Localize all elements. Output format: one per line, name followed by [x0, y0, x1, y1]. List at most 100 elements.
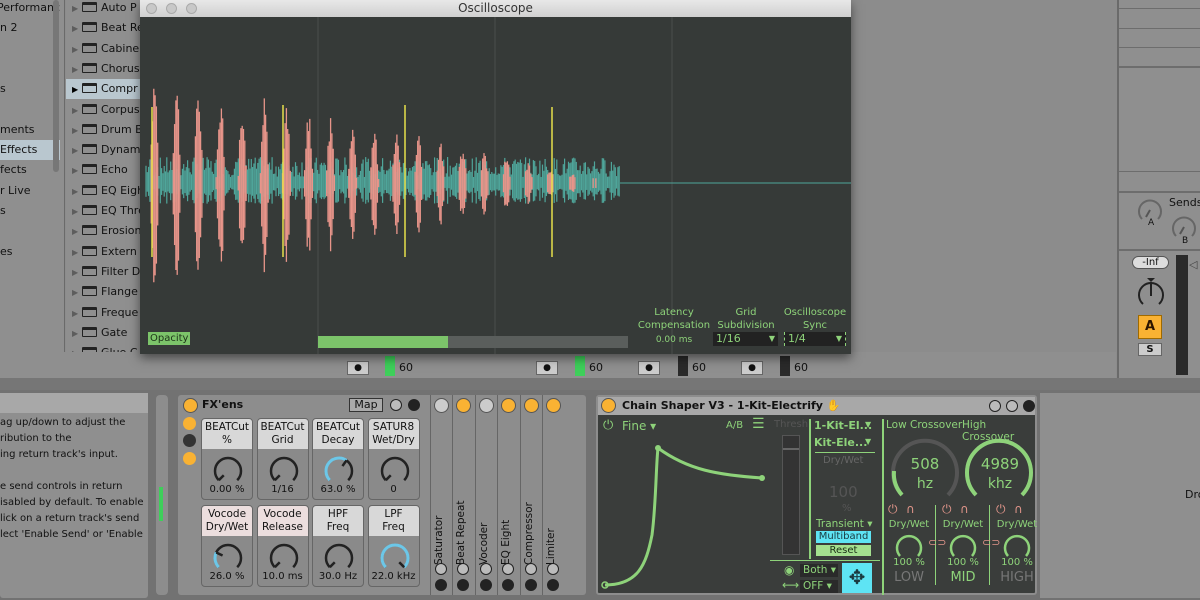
device-on-toggle[interactable] [434, 398, 449, 413]
hot-swap-icon[interactable] [435, 563, 447, 575]
macro-knob[interactable]: LPF Freq 22.0 kHz [367, 505, 420, 587]
low-crossover-value[interactable]: 508 [908, 455, 942, 473]
drywet-value[interactable]: 100 [829, 483, 858, 501]
browser-item[interactable]: ▶ Extern [66, 242, 142, 262]
hot-swap-icon[interactable] [1006, 400, 1018, 412]
arm-button[interactable]: ● [741, 361, 763, 375]
browser-category[interactable] [0, 221, 60, 241]
expand-arrow-icon[interactable]: ▶ [72, 202, 82, 222]
chain-device[interactable]: Compressor [519, 395, 541, 595]
expand-arrow-icon[interactable]: ▶ [72, 40, 82, 60]
browser-item[interactable]: ▶ Erosion [66, 221, 142, 241]
browser-category[interactable]: Effects [0, 140, 60, 161]
save-icon[interactable] [479, 579, 492, 591]
hot-swap-icon[interactable] [390, 399, 402, 411]
hot-swap-icon[interactable] [524, 563, 537, 575]
browser-item[interactable]: ▶ Echo [66, 160, 142, 180]
sync-dropdown[interactable]: 1/4 ▼ [784, 332, 846, 346]
macro-knob[interactable]: HPF Freq 30.0 Hz [312, 505, 364, 587]
show-devices-icon[interactable] [183, 452, 196, 465]
expand-arrow-icon[interactable]: ▶ [72, 141, 82, 161]
browser-category[interactable]: s [0, 79, 60, 99]
device-on-toggle[interactable] [456, 398, 472, 413]
hot-swap-icon[interactable] [457, 563, 470, 575]
expand-icon[interactable] [989, 400, 1001, 412]
browser-item[interactable]: ▶ Filter D [66, 262, 142, 282]
expand-arrow-icon[interactable]: ▶ [72, 182, 82, 202]
expand-arrow-icon[interactable]: ▶ [72, 283, 82, 303]
solo-button[interactable]: S [1138, 343, 1162, 356]
mode-dropdown[interactable]: Fine ▾ [622, 419, 656, 433]
arm-button[interactable]: ● [536, 361, 558, 375]
pan-knob[interactable] [1135, 276, 1167, 310]
chain-device[interactable]: Limiter [542, 395, 563, 595]
grid-subdivision-dropdown[interactable]: 1/16 ▼ [713, 332, 778, 346]
link-icon[interactable]: ⊂⊃ [982, 536, 1000, 549]
browser-item[interactable]: ▶ Corpus [66, 100, 142, 120]
band-name[interactable]: LOW [884, 570, 934, 585]
link-icon[interactable]: ⊂⊃ [928, 536, 946, 549]
headphones-icon[interactable]: ∩ [1014, 502, 1023, 516]
browser-category[interactable] [0, 59, 60, 79]
browser-item[interactable]: ▶Glue C [66, 343, 142, 352]
volume-fader-handle[interactable]: ◁ [1189, 258, 1197, 271]
macro-knob[interactable]: Vocode Release 10.0 ms [256, 505, 309, 587]
expand-arrow-icon[interactable]: ▶ [72, 222, 82, 242]
hot-swap-icon[interactable] [502, 563, 515, 575]
chain-device[interactable]: Beat Repeat [452, 395, 474, 595]
browser-item[interactable]: ▶ Drum B [66, 120, 142, 140]
device-on-toggle[interactable] [601, 398, 616, 413]
browser-scrollbar[interactable] [53, 0, 59, 172]
expand-arrow-icon[interactable]: ▶ [72, 19, 82, 39]
macro-knob[interactable]: SATUR8 Wet/Dry 0 [367, 418, 420, 500]
multiband-button[interactable]: Multiband [816, 531, 871, 543]
browser-item[interactable]: ▶ Dynam [66, 140, 142, 160]
band-name[interactable]: MID [938, 570, 988, 585]
title-bar[interactable]: Oscilloscope [140, 0, 851, 17]
hot-swap-icon[interactable] [547, 563, 559, 575]
expand-arrow-icon[interactable]: ▶ [72, 344, 82, 352]
macro-knob[interactable]: BEATCut Decay 63.0 % [312, 418, 364, 500]
browser-category[interactable]: r Live [0, 181, 60, 201]
expand-arrow-icon[interactable]: ▶ [72, 324, 82, 344]
link-dropdown[interactable]: OFF ▾ [800, 580, 838, 593]
zoom-button[interactable] [186, 3, 197, 14]
browser-category[interactable]: es [0, 242, 60, 262]
device-on-toggle[interactable] [501, 398, 517, 413]
track-activator-button[interactable]: A [1138, 315, 1162, 339]
show-macros-icon[interactable] [183, 417, 196, 430]
transient-dropdown[interactable]: Transient ▾ [816, 518, 873, 530]
browser-category[interactable]: Performanc [0, 0, 60, 18]
macro-knob[interactable]: Vocode Dry/Wet 26.0 % [201, 505, 253, 587]
browser-item[interactable]: ▶ Beat Re [66, 18, 142, 38]
close-button[interactable] [146, 3, 157, 14]
minimize-button[interactable] [166, 3, 177, 14]
save-icon[interactable] [502, 579, 515, 591]
opacity-slider[interactable] [318, 336, 628, 348]
headphones-icon[interactable]: ∩ [960, 502, 969, 516]
band-power-icon[interactable]: ⏻ [942, 502, 952, 517]
device-on-toggle[interactable] [546, 398, 561, 413]
expand-arrow-icon[interactable]: ▶ [72, 263, 82, 283]
view-dropdown[interactable]: Both ▾ [800, 564, 838, 577]
expand-arrow-icon[interactable]: ▶ [72, 101, 82, 121]
ab-button[interactable]: A/B [726, 420, 743, 431]
hot-swap-icon[interactable] [479, 563, 492, 575]
browser-item[interactable]: ▶ Auto P [66, 0, 142, 18]
browser-category[interactable] [0, 39, 60, 59]
browser-category[interactable]: s [0, 201, 60, 221]
browser-item[interactable]: ▶ Flange [66, 282, 142, 302]
arm-button[interactable]: ● [638, 361, 660, 375]
save-preset-icon[interactable] [408, 399, 420, 411]
thresh-slider[interactable] [782, 435, 800, 555]
arm-button[interactable]: ● [347, 361, 369, 375]
expand-arrow-icon[interactable]: ▶ [72, 243, 82, 263]
macro-knob[interactable]: BEATCut Grid 1/16 [256, 418, 309, 500]
band-power-icon[interactable]: ⏻ [888, 502, 898, 517]
band-power-icon[interactable]: ⏻ [996, 502, 1006, 517]
chain-select-2[interactable]: Kit-Ele... [814, 436, 867, 449]
device-on-toggle[interactable] [478, 398, 494, 413]
expand-arrow-icon[interactable]: ▶ [72, 60, 82, 80]
browser-item[interactable]: ▶ Gate [66, 323, 142, 343]
browser-item[interactable]: ▶ Freque [66, 303, 142, 323]
